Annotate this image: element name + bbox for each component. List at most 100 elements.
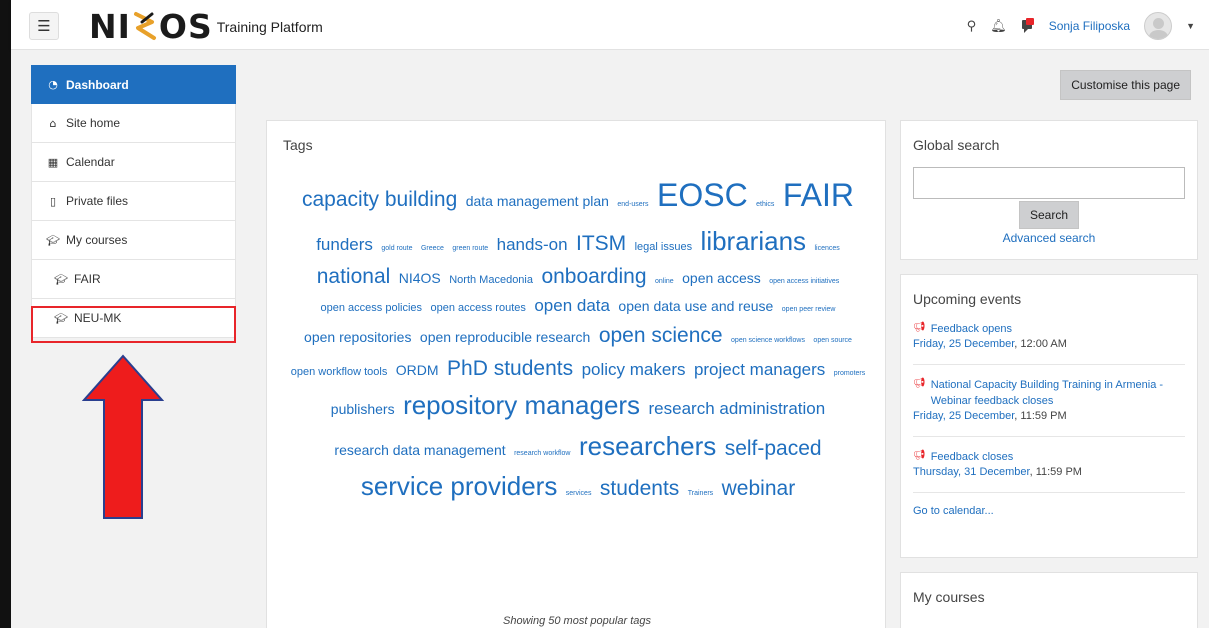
event-title-link[interactable]: Feedback opens [931,321,1012,337]
tag-link[interactable]: open workflow tools [291,366,388,378]
tag-link[interactable]: services [566,490,592,497]
user-avatar[interactable] [1144,12,1173,40]
left-black-edge [0,0,11,628]
chat-icon[interactable] [1021,18,1035,34]
tag-link[interactable]: policy makers [582,360,686,379]
tag-link[interactable]: ORDM [396,362,439,378]
megaphone-icon: 📢︎ [913,450,926,461]
tag-link[interactable]: webinar [722,477,796,500]
tag-link[interactable]: data management plan [466,193,609,209]
tag-link[interactable]: promoters [834,370,866,377]
tag-link[interactable]: PhD students [447,357,573,380]
chevron-down-icon[interactable]: ▼ [1186,21,1195,31]
tag-link[interactable]: publishers [331,401,395,417]
my-courses-title: My courses [913,589,985,605]
sidebar-item-label: My courses [66,233,128,247]
global-search-block: Global search Search Advanced search [900,120,1198,260]
sidebar-item-site-home[interactable]: ⌂ Site home [31,104,236,143]
sidebar-item-label: FAIR [74,272,101,286]
tag-link[interactable]: funders [316,235,373,254]
tag-link[interactable]: ethics [756,201,774,208]
tag-link[interactable]: ITSM [576,232,626,255]
tag-link[interactable]: open data use and reuse [618,298,773,314]
tag-link[interactable]: green route [452,245,488,252]
tag-link[interactable]: open reproducible research [420,329,590,345]
tag-link[interactable]: end-users [617,201,648,208]
right-column: Global search Search Advanced search Upc… [900,120,1198,628]
tag-link[interactable]: librarians [701,226,807,256]
tag-link[interactable]: open repositories [304,329,411,345]
sidebar-item-my-courses[interactable]: 🎓︎ My courses [31,221,236,260]
tag-link[interactable]: online [655,278,674,285]
tag-link[interactable]: research administration [649,399,826,418]
tag-link[interactable]: open data [534,296,610,315]
tag-link[interactable]: open access initiatives [769,278,839,285]
tag-link[interactable]: North Macedonia [449,274,533,286]
tag-link[interactable]: Greece [421,245,444,252]
tag-link[interactable]: self-paced [725,437,822,460]
menu-toggle-button[interactable]: ☰ [29,12,59,40]
sidebar-item-fair[interactable]: 🎓︎ FAIR [31,260,236,299]
tag-link[interactable]: open source [813,337,852,344]
go-to-calendar-link[interactable]: Go to calendar... [901,505,1197,533]
logo-text-right: OS [158,6,213,46]
tag-link[interactable]: licences [815,245,840,252]
bell-icon[interactable]: 🔔︎ [990,19,1007,34]
tag-link[interactable]: research workflow [514,450,570,457]
sidebar-item-calendar[interactable]: ▦ Calendar [31,143,236,182]
graduation-cap-icon: 🎓︎ [54,272,68,286]
tag-link[interactable]: open access routes [430,302,525,314]
event-time: , 11:59 PM [1014,410,1067,422]
calendar-icon: ▦ [47,155,59,169]
tag-link[interactable]: open science workflows [731,337,805,344]
tag-link[interactable]: open peer review [782,306,836,313]
advanced-search-link[interactable]: Advanced search [901,231,1197,245]
annotation-up-arrow-icon [82,354,164,519]
event-date-link[interactable]: Thursday, 31 December [913,466,1030,478]
tag-link[interactable]: NI4OS [399,270,441,286]
tags-title: Tags [283,137,313,153]
event-title-link[interactable]: Feedback closes [931,449,1014,465]
tag-link[interactable]: research data management [334,442,505,458]
tag-link[interactable]: service providers [361,471,558,501]
tag-link[interactable]: capacity building [302,188,457,211]
event-date-link[interactable]: Friday, 25 December [913,410,1014,422]
event-date: Friday, 25 December, 11:59 PM [913,409,1185,424]
event-time: , 11:59 PM [1029,466,1082,478]
search-icon[interactable]: ⚲ [967,19,977,34]
tag-link[interactable]: onboarding [541,265,646,288]
global-search-input[interactable] [913,167,1185,199]
tag-link[interactable]: students [600,477,679,500]
graduation-cap-icon: 🎓︎ [46,233,60,247]
tag-link[interactable]: project managers [694,360,825,379]
customise-page-button[interactable]: Customise this page [1060,70,1191,100]
tag-link[interactable]: national [317,265,391,288]
tags-footer: Showing 50 most popular tags [503,615,651,627]
sidebar-item-dashboard[interactable]: ◔ Dashboard [31,65,236,104]
tag-link[interactable]: open access policies [321,302,423,314]
tag-link[interactable]: hands-on [497,235,568,254]
logo-subtitle: Training Platform [216,19,323,35]
event-title-link[interactable]: National Capacity Building Training in A… [931,377,1185,409]
event-divider [913,436,1185,437]
hamburger-icon: ☰ [37,17,51,35]
tag-link[interactable]: repository managers [403,390,640,420]
user-name-link[interactable]: Sonja Filiposka [1049,19,1130,33]
dashboard-icon: ◔ [48,78,58,91]
tag-link[interactable]: researchers [579,431,716,461]
sidebar-item-private-files[interactable]: ▯ Private files [31,182,236,221]
event-item: 📢︎ Feedback closes Thursday, 31 December… [901,449,1197,480]
event-date-link[interactable]: Friday, 25 December [913,338,1014,350]
tag-link[interactable]: open science [599,324,723,347]
search-button[interactable]: Search [1019,201,1079,229]
site-logo[interactable]: NI OS Training Platform [89,6,323,46]
tag-link[interactable]: EOSC [657,177,748,213]
tag-link[interactable]: legal issues [635,241,692,253]
tag-link[interactable]: open access [682,270,761,286]
sidebar-item-label: Site home [66,116,121,130]
tag-link[interactable]: gold route [381,245,412,252]
event-date: Thursday, 31 December, 11:59 PM [913,465,1185,480]
tag-link[interactable]: FAIR [783,177,854,213]
tag-link[interactable]: Trainers [688,490,713,497]
annotation-highlight-box [31,306,236,343]
